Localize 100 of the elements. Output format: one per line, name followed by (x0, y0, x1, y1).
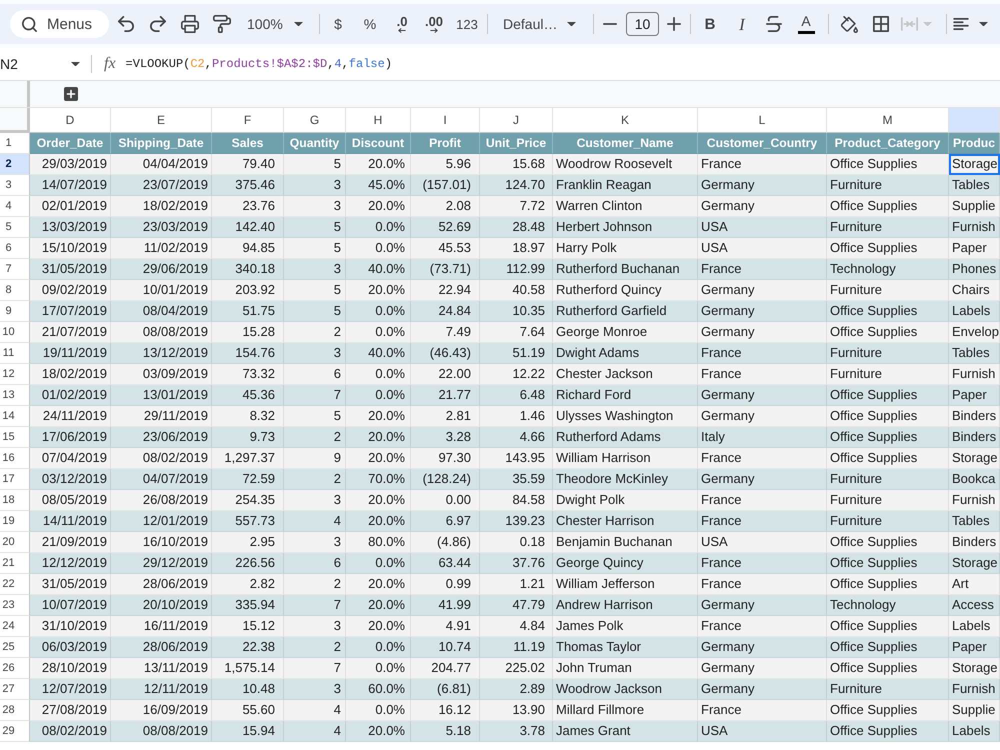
table-cell: Richard Ford (553, 385, 698, 406)
table-cell: Office Supplies (827, 427, 949, 448)
table-cell: 139.23 (480, 511, 553, 532)
table-cell: France (698, 574, 827, 595)
table-cell: 0.0% (346, 301, 411, 322)
table-cell: 12/11/2019 (111, 679, 212, 700)
row-number[interactable]: 23 (0, 595, 30, 616)
row-number[interactable]: 10 (0, 322, 30, 343)
table-cell: Technology (827, 595, 949, 616)
menu-search-field[interactable]: Menus (10, 10, 109, 38)
undo-icon[interactable] (118, 16, 134, 32)
table-cell: 08/08/2019 (111, 721, 212, 742)
table-cell: 20.0% (346, 154, 411, 175)
row-number[interactable]: 13 (0, 385, 30, 406)
paint-roller-icon[interactable] (213, 15, 231, 33)
borders-icon[interactable] (873, 16, 889, 32)
table-cell: Office Supplies (827, 553, 949, 574)
number-format-button[interactable]: 123 (450, 10, 484, 38)
column-header[interactable]: K (553, 108, 698, 133)
row-number[interactable]: 8 (0, 280, 30, 301)
column-header[interactable]: E (111, 108, 212, 133)
row-number[interactable]: 26 (0, 658, 30, 679)
row-number[interactable]: 6 (0, 238, 30, 259)
row-number[interactable]: 5 (0, 217, 30, 238)
table-cell: Franklin Reagan (553, 175, 698, 196)
row-number[interactable]: 27 (0, 679, 30, 700)
row-number[interactable]: 15 (0, 427, 30, 448)
row-number[interactable]: 4 (0, 196, 30, 217)
table-cell: 94.85 (212, 238, 284, 259)
table-cell: Storage (949, 553, 1000, 574)
row-number[interactable]: 11 (0, 343, 30, 364)
row-number[interactable]: 17 (0, 469, 30, 490)
row-number[interactable]: 28 (0, 700, 30, 721)
column-header[interactable]: D (30, 108, 111, 133)
italic-button[interactable]: I (726, 10, 758, 38)
row-number[interactable]: 2 (0, 154, 30, 175)
column-header[interactable]: G (284, 108, 346, 133)
redo-icon[interactable] (150, 16, 166, 32)
row-number[interactable]: 25 (0, 637, 30, 658)
row-number[interactable]: 12 (0, 364, 30, 385)
row-number[interactable]: 22 (0, 574, 30, 595)
table-cell: 2 (284, 427, 346, 448)
currency-button[interactable]: $ (322, 10, 354, 38)
row-number[interactable]: 16 (0, 448, 30, 469)
caret-icon[interactable] (978, 22, 988, 26)
font-dropdown[interactable]: Defaul… (495, 10, 583, 38)
minus-icon[interactable] (603, 23, 617, 25)
row-number[interactable]: 3 (0, 175, 30, 196)
column-header[interactable]: J (480, 108, 553, 133)
name-box[interactable]: N2 (0, 52, 86, 76)
zoom-dropdown[interactable]: 100% (238, 10, 310, 38)
text-color-button[interactable]: A (790, 10, 822, 38)
row-number[interactable]: 9 (0, 301, 30, 322)
row-number[interactable]: 29 (0, 721, 30, 742)
paint-bucket-icon[interactable] (840, 16, 858, 32)
table-cell: Technology (827, 259, 949, 280)
table-cell: Rutherford Quincy (553, 280, 698, 301)
table-cell: 73.32 (212, 364, 284, 385)
row-number[interactable]: 1 (0, 133, 30, 154)
table-cell: 0.18 (480, 532, 553, 553)
font-size-field[interactable]: 10 (626, 12, 659, 36)
percent-button[interactable]: % (354, 10, 386, 38)
column-header[interactable]: M (827, 108, 949, 133)
table-cell: Rutherford Buchanan (553, 259, 698, 280)
table-cell: France (698, 259, 827, 280)
plus-icon[interactable] (667, 17, 681, 31)
table-cell: 18.97 (480, 238, 553, 259)
table-cell: Chester Harrison (553, 511, 698, 532)
formula-text[interactable]: =VLOOKUP(C2,Products!$A$2:$D,4,false) (126, 57, 392, 71)
column-header[interactable]: H (346, 108, 411, 133)
row-number[interactable]: 24 (0, 616, 30, 637)
increase-decimal-button[interactable]: .00 (418, 10, 450, 38)
strikethrough-icon[interactable] (766, 16, 782, 32)
align-left-icon[interactable] (953, 18, 969, 30)
bold-button[interactable]: B (694, 10, 726, 38)
table-cell: Paper (949, 637, 1000, 658)
table-cell: 12.22 (480, 364, 553, 385)
table-cell: Storage (949, 658, 1000, 679)
table-cell: 17/06/2019 (30, 427, 111, 448)
row-number[interactable]: 19 (0, 511, 30, 532)
decrease-decimal-button[interactable]: .0 (386, 10, 418, 38)
print-icon[interactable] (181, 15, 199, 33)
row-number[interactable]: 18 (0, 490, 30, 511)
table-cell: Furniture (827, 280, 949, 301)
column-header[interactable]: L (698, 108, 827, 133)
column-header[interactable]: I (411, 108, 480, 133)
row-number[interactable]: 21 (0, 553, 30, 574)
expand-plus-icon[interactable] (64, 87, 78, 101)
row-number[interactable]: 14 (0, 406, 30, 427)
table-cell: 4.66 (480, 427, 553, 448)
table-cell: Herbert Johnson (553, 217, 698, 238)
table-cell: USA (698, 532, 827, 553)
table-cell: Benjamin Buchanan (553, 532, 698, 553)
table-cell: Office Supplies (827, 637, 949, 658)
table-cell: USA (698, 238, 827, 259)
column-header[interactable]: F (212, 108, 284, 133)
table-cell: 6 (284, 364, 346, 385)
row-number[interactable]: 7 (0, 259, 30, 280)
row-number[interactable]: 20 (0, 532, 30, 553)
table-cell: 5 (284, 406, 346, 427)
